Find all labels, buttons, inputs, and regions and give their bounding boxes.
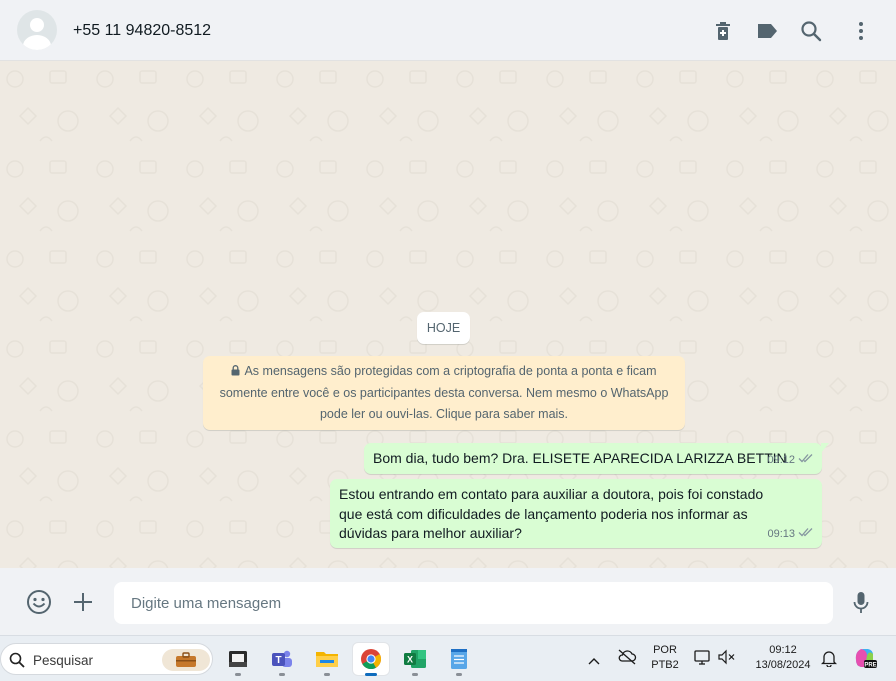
search-icon[interactable] (799, 19, 823, 43)
message-text: Estou entrando em contato para auxiliar … (339, 486, 764, 541)
notepad-icon[interactable] (441, 643, 477, 676)
taskbar-search[interactable]: Pesquisar (0, 643, 213, 675)
chevron-up-icon[interactable] (588, 652, 600, 670)
message-time: 09:13 (767, 527, 795, 540)
lock-icon (231, 362, 240, 383)
chrome-icon[interactable] (353, 643, 389, 676)
copilot-icon[interactable]: PRE (853, 646, 877, 675)
label-icon[interactable] (755, 19, 779, 43)
teams-icon[interactable]: T (264, 643, 300, 676)
svg-text:T: T (275, 655, 281, 666)
message-bubble[interactable]: Bom dia, tudo bem? Dra. ELISETE APARECID… (364, 443, 829, 474)
search-label: Pesquisar (33, 653, 94, 668)
encryption-notice[interactable]: As mensagens são protegidas com a cripto… (203, 356, 685, 430)
plus-icon[interactable] (69, 588, 97, 616)
briefcase-icon (162, 649, 210, 671)
display-icon[interactable] (694, 649, 712, 670)
notification-bell-icon[interactable] (820, 649, 838, 672)
language-code: POR (653, 644, 677, 656)
read-ticks-icon (798, 451, 814, 471)
date-chip: HOJE (417, 312, 470, 344)
delete-icon[interactable] (711, 19, 735, 43)
chat-header: +55 11 94820-8512 (0, 0, 896, 61)
keyboard-layout: PTB2 (651, 659, 679, 671)
svg-text:X: X (407, 655, 413, 665)
message-text: Bom dia, tudo bem? Dra. ELISETE APARECID… (373, 450, 787, 466)
message-bubble[interactable]: Estou entrando em contato para auxiliar … (330, 479, 822, 548)
excel-icon[interactable]: X (397, 643, 433, 676)
read-ticks-icon (798, 525, 814, 545)
contact-avatar[interactable] (17, 10, 57, 50)
emoji-icon[interactable] (25, 588, 53, 616)
folder-icon[interactable] (309, 643, 345, 676)
clock-date: 13/08/2024 (755, 659, 811, 671)
microphone-icon[interactable] (847, 589, 875, 617)
message-input[interactable] (114, 582, 833, 624)
encryption-notice-text: As mensagens são protegidas com a cripto… (219, 364, 669, 421)
contact-name[interactable]: +55 11 94820-8512 (73, 22, 211, 40)
system-clock[interactable]: 09:12 13/08/2024 (748, 643, 818, 673)
file-explorer-icon[interactable] (220, 643, 256, 676)
svg-text:PRE: PRE (864, 662, 876, 668)
volume-muted-icon[interactable] (718, 649, 736, 670)
message-composer (0, 568, 896, 635)
clock-time: 09:12 (769, 644, 797, 656)
windows-taskbar: Pesquisar T X POR PTB2 09:12 13/08/2024 … (0, 635, 896, 681)
message-time: 09:12 (767, 453, 795, 466)
menu-icon[interactable] (849, 19, 873, 43)
chat-area[interactable]: HOJE As mensagens são protegidas com a c… (0, 61, 896, 568)
network-offline-icon[interactable] (617, 649, 637, 670)
keyboard-language[interactable]: POR PTB2 (650, 643, 680, 673)
search-icon (9, 652, 25, 673)
